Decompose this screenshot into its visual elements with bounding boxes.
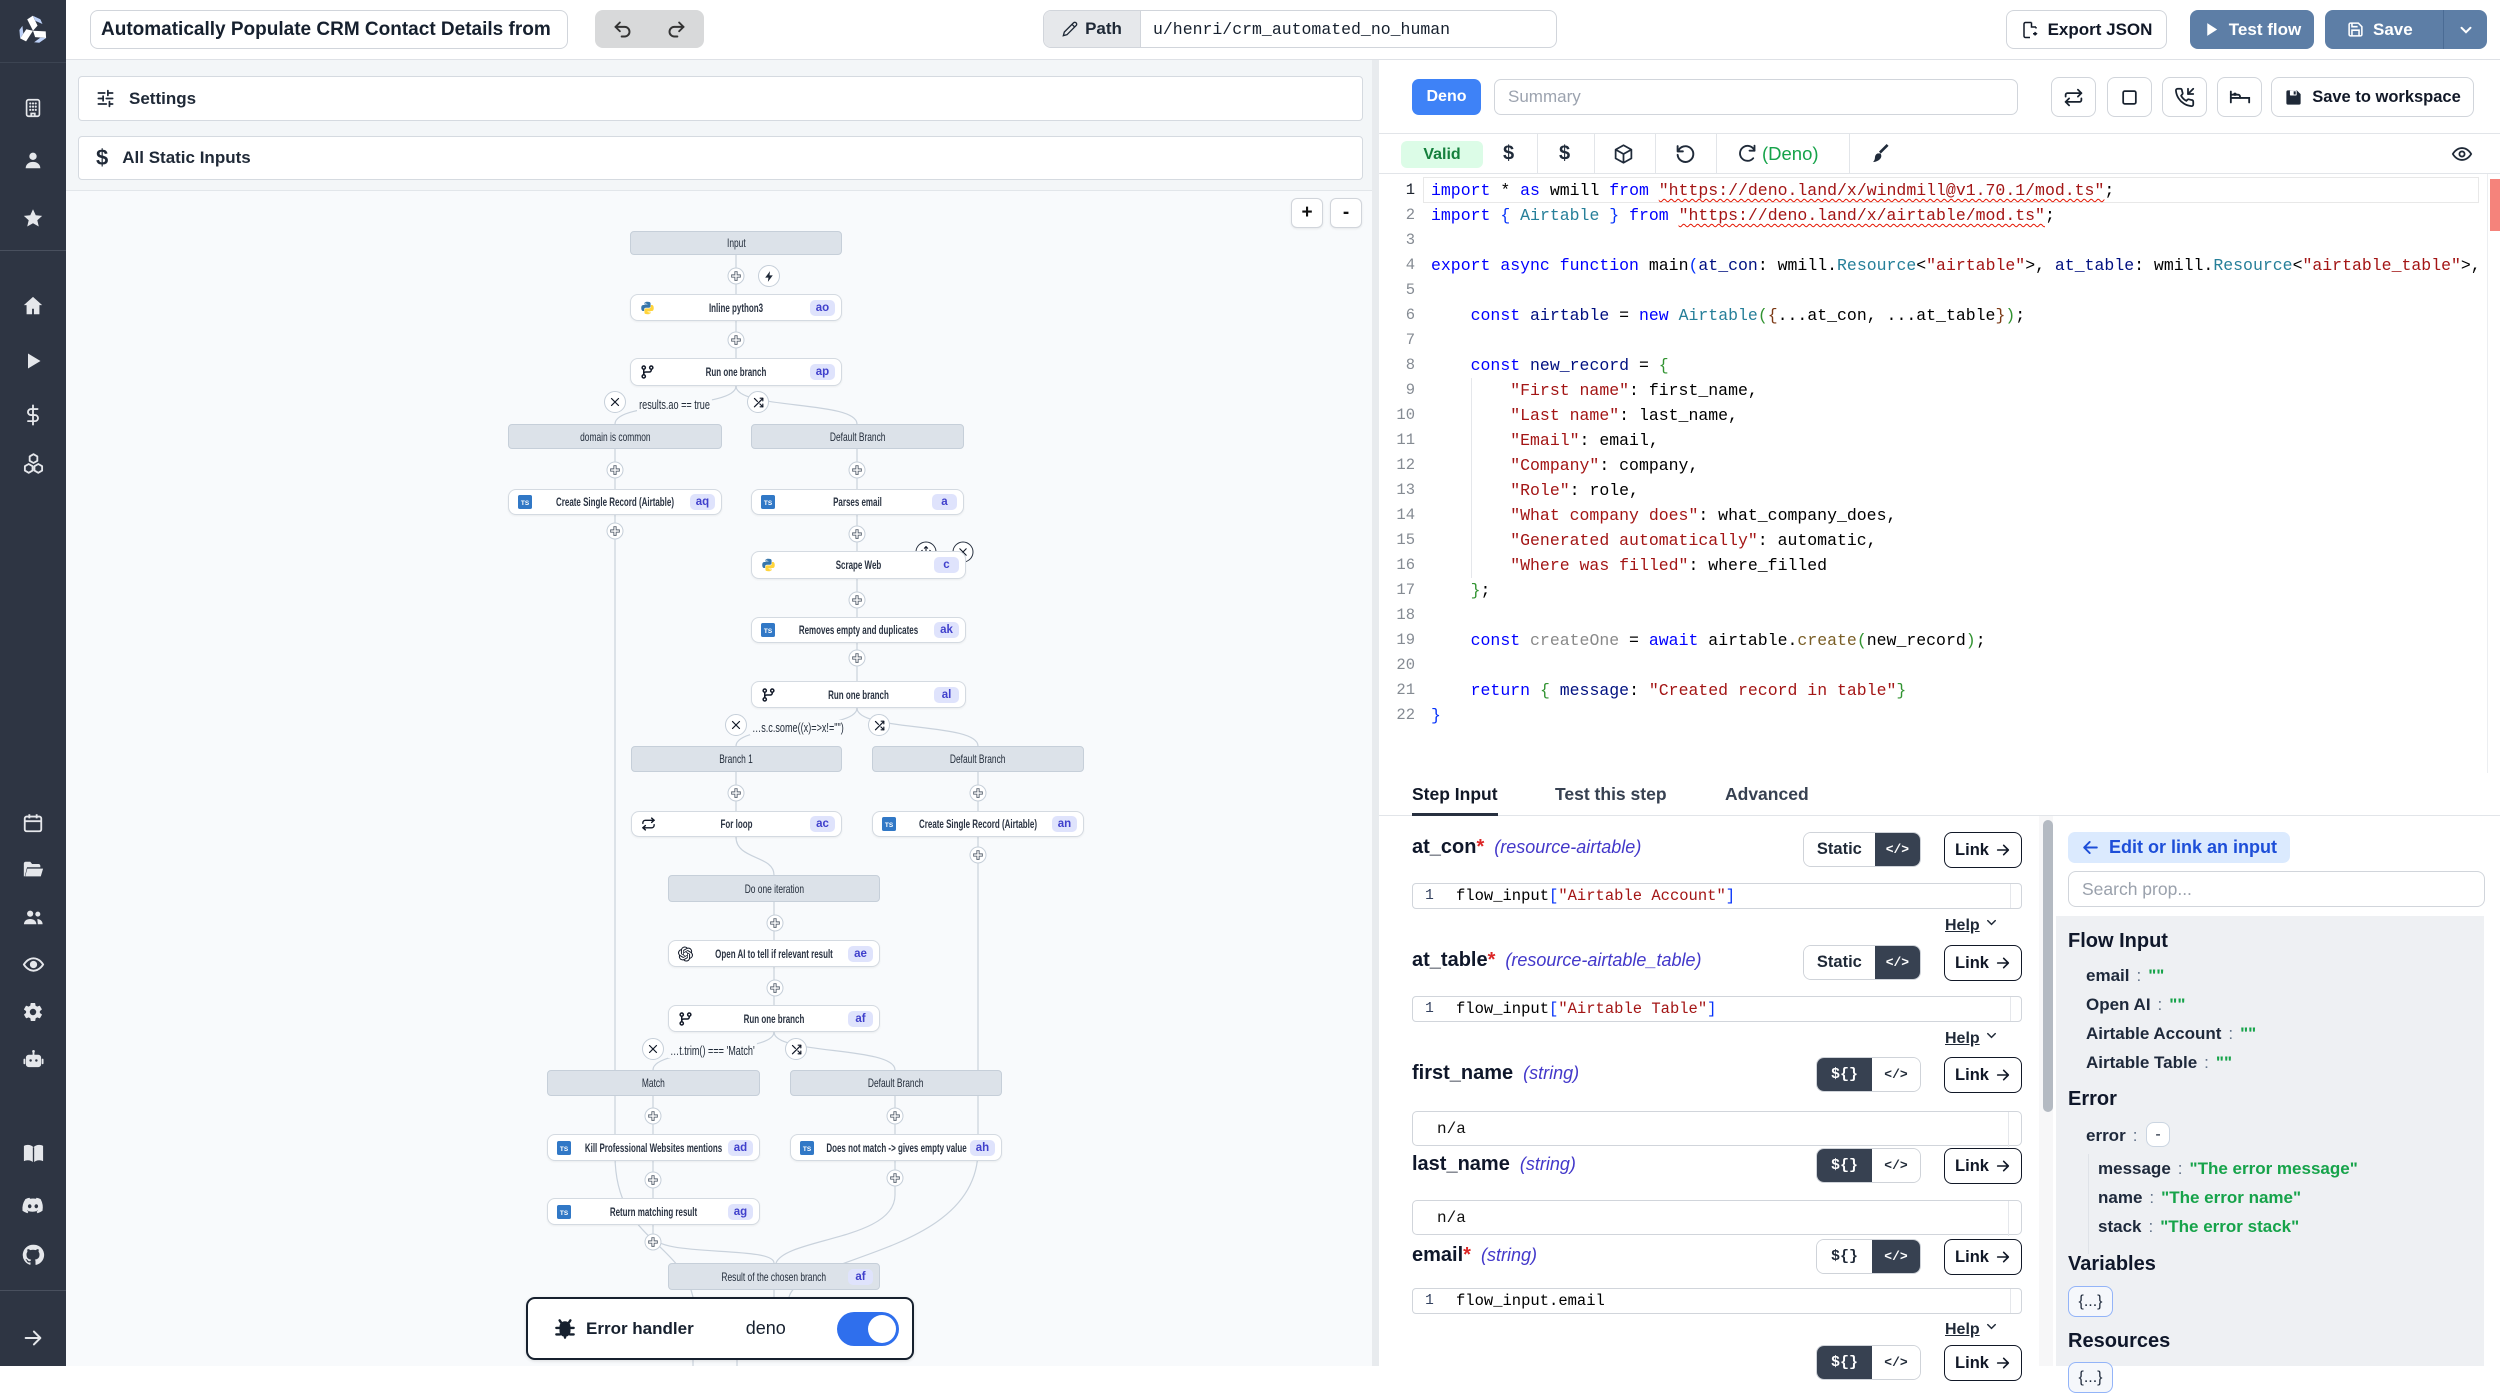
- svg-text:TS: TS: [803, 1145, 812, 1152]
- svg-text:TS: TS: [885, 822, 894, 829]
- svg-text:TS: TS: [560, 1145, 569, 1152]
- svg-text:TS: TS: [764, 500, 773, 507]
- svg-text:TS: TS: [560, 1209, 569, 1216]
- svg-text:TS: TS: [764, 628, 773, 635]
- svg-text:TS: TS: [521, 500, 530, 507]
